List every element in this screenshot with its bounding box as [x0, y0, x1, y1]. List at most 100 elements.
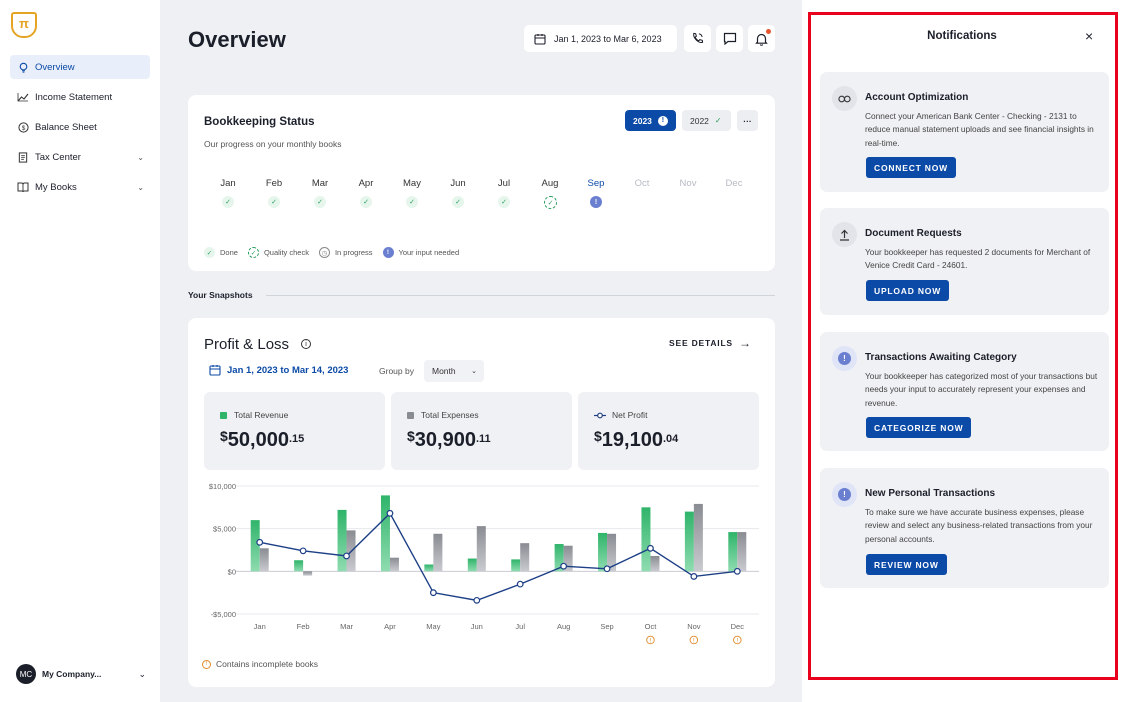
month-feb[interactable]: Feb ✓: [251, 178, 297, 208]
expense-bar: [650, 555, 660, 572]
sidebar-item-income-statement[interactable]: Income Statement: [10, 85, 150, 109]
check-icon: ✓: [498, 196, 510, 208]
month-oct: Oct: [619, 178, 665, 189]
year-2022-button[interactable]: 2022 ✓: [682, 110, 731, 131]
month-jul[interactable]: Jul ✓: [481, 178, 527, 208]
alert-icon: !: [657, 115, 668, 126]
expense-bar: [259, 548, 269, 572]
chevron-down-icon[interactable]: ⌄: [137, 183, 144, 192]
profit-loss-card: Profit & Loss i SEE DETAILS → Jan 1, 202…: [188, 318, 775, 687]
arrow-right-icon[interactable]: →: [739, 336, 751, 350]
app-logo[interactable]: π: [11, 12, 37, 38]
year-2023-button[interactable]: 2023 !: [625, 110, 676, 131]
net-profit-point: [733, 567, 741, 575]
revenue-swatch: [220, 411, 227, 419]
x-tick-label: Feb: [297, 622, 310, 631]
metric-currency: $: [594, 428, 602, 444]
pl-date-range[interactable]: Jan 1, 2023 to Mar 14, 2023: [209, 364, 348, 376]
net-profit-point: [690, 573, 698, 580]
legend-label: Done: [220, 248, 238, 257]
net-profit-point: [386, 509, 394, 517]
net-profit-point: [299, 547, 307, 555]
info-icon[interactable]: i: [301, 339, 311, 349]
check-icon: ✓: [714, 116, 722, 125]
legend-label: In progress: [334, 248, 373, 257]
sidebar-item-overview[interactable]: Overview: [10, 55, 150, 79]
sidebar-item-my-books[interactable]: My Books ⌄: [10, 175, 150, 199]
calendar-icon: [209, 365, 221, 376]
chevron-down-icon[interactable]: ⌄: [138, 669, 146, 680]
x-tick-label: Jun: [471, 622, 483, 631]
incomplete-note: ! Contains incomplete books: [202, 659, 318, 669]
company-name: My Company...: [42, 669, 102, 679]
month-dec: Dec: [711, 178, 757, 189]
more-options-button[interactable]: ···: [737, 110, 758, 131]
month-apr[interactable]: Apr ✓: [343, 178, 389, 208]
incomplete-note-text: Contains incomplete books: [216, 659, 319, 669]
phone-icon: [693, 32, 704, 43]
month-may[interactable]: May ✓: [389, 178, 435, 208]
messages-button[interactable]: [716, 25, 743, 52]
month-label: Jul: [497, 178, 511, 189]
svg-text:$: $: [21, 124, 25, 131]
net-profit-line: [259, 512, 738, 602]
metric-currency: $: [220, 428, 228, 444]
month-label: Dec: [725, 178, 743, 189]
revenue-bar: [337, 509, 347, 572]
sidebar-item-label: Balance Sheet: [35, 121, 97, 133]
x-tick-label: Jul: [515, 622, 525, 631]
bookkeeping-status-card: Bookkeeping Status Our progress on your …: [188, 95, 775, 271]
expense-bar: [476, 526, 486, 572]
month-label: Aug: [541, 178, 559, 189]
check-icon: ✓: [314, 196, 326, 208]
group-by-label: Group by: [379, 366, 414, 376]
month-aug[interactable]: Aug ✓: [527, 178, 573, 209]
group-by-select[interactable]: Month ⌄: [424, 360, 484, 382]
check-icon: ✓: [360, 196, 372, 208]
net-profit-point: [473, 596, 481, 604]
notifications-button[interactable]: [748, 25, 775, 52]
net-profit-point: [256, 538, 264, 546]
pl-date-range-text: Jan 1, 2023 to Mar 14, 2023: [227, 364, 349, 376]
metric-value: 50,000: [227, 429, 289, 451]
sidebar: π Overview Income Statement $ Balance Sh…: [0, 0, 160, 702]
expense-bar: [303, 571, 313, 576]
call-button[interactable]: [684, 25, 711, 52]
sidebar-item-tax-center[interactable]: Tax Center ⌄: [10, 145, 150, 169]
revenue-bar: [294, 560, 304, 572]
legend-input: ! Your input needed: [382, 247, 459, 258]
date-range-text: Jan 1, 2023 to Mar 6, 2023: [554, 33, 662, 44]
month-label: Feb: [265, 178, 283, 189]
revenue-bar: [511, 559, 521, 572]
expense-bar: [693, 503, 703, 572]
chat-icon: [723, 32, 736, 45]
legend-progress: ◷ In progress: [318, 247, 373, 258]
revenue-bar: [424, 564, 434, 572]
chevron-down-icon[interactable]: ⌄: [137, 153, 144, 162]
y-tick-label: $0: [228, 567, 236, 576]
month-label: May: [403, 178, 421, 189]
month-sep[interactable]: Sep!: [573, 178, 619, 208]
book-icon: [17, 181, 29, 193]
month-label: Jun: [450, 178, 466, 189]
document-icon: [17, 151, 29, 163]
revenue-bar: [641, 507, 651, 572]
date-range-picker[interactable]: Jan 1, 2023 to Mar 6, 2023: [524, 25, 677, 52]
avatar: MC: [16, 664, 36, 684]
calendar-icon: [534, 33, 546, 45]
month-jun[interactable]: Jun ✓: [435, 178, 481, 208]
month-mar[interactable]: Mar ✓: [297, 178, 343, 208]
net-profit-point: [343, 552, 350, 560]
month-jan[interactable]: Jan ✓: [205, 178, 251, 208]
card-title: Bookkeeping Status: [204, 116, 315, 128]
company-switcher[interactable]: MC My Company... ⌄: [16, 664, 146, 684]
metric-cents: .11: [475, 433, 491, 445]
expense-bar: [737, 532, 747, 572]
quality-check-icon: ✓: [544, 196, 557, 209]
check-icon: ✓: [452, 196, 464, 208]
see-details-link[interactable]: SEE DETAILS: [669, 338, 733, 348]
chevron-down-icon: ⌄: [471, 368, 477, 375]
month-label: Sep: [587, 178, 605, 189]
sidebar-item-balance-sheet[interactable]: $ Balance Sheet: [10, 115, 150, 139]
metric-currency: $: [407, 428, 415, 444]
